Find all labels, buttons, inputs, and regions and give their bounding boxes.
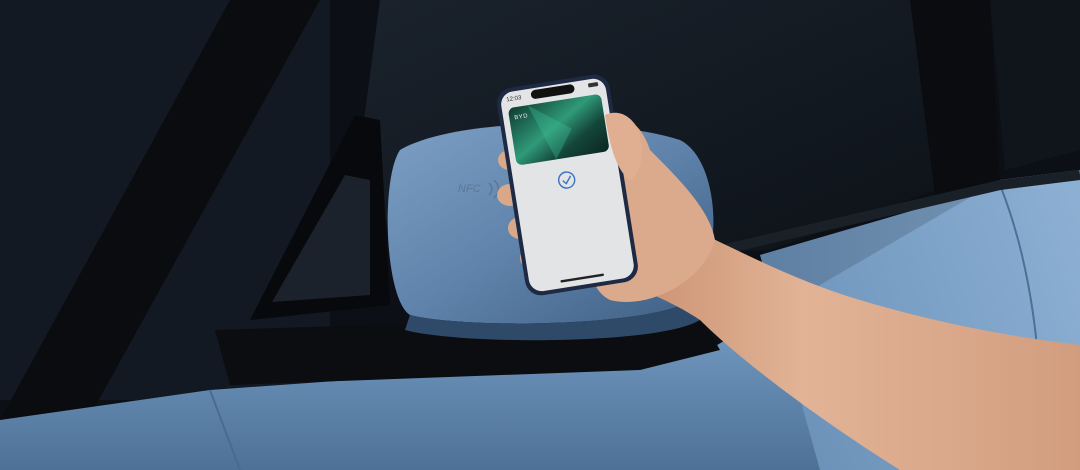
car-nfc-unlock-scene: NFC 12:03 BYD — [0, 0, 1080, 470]
rear-window — [990, 0, 1080, 170]
mirror-nfc-label: NFC — [458, 183, 481, 195]
scene-illustration: NFC 12:03 BYD — [0, 0, 1080, 470]
